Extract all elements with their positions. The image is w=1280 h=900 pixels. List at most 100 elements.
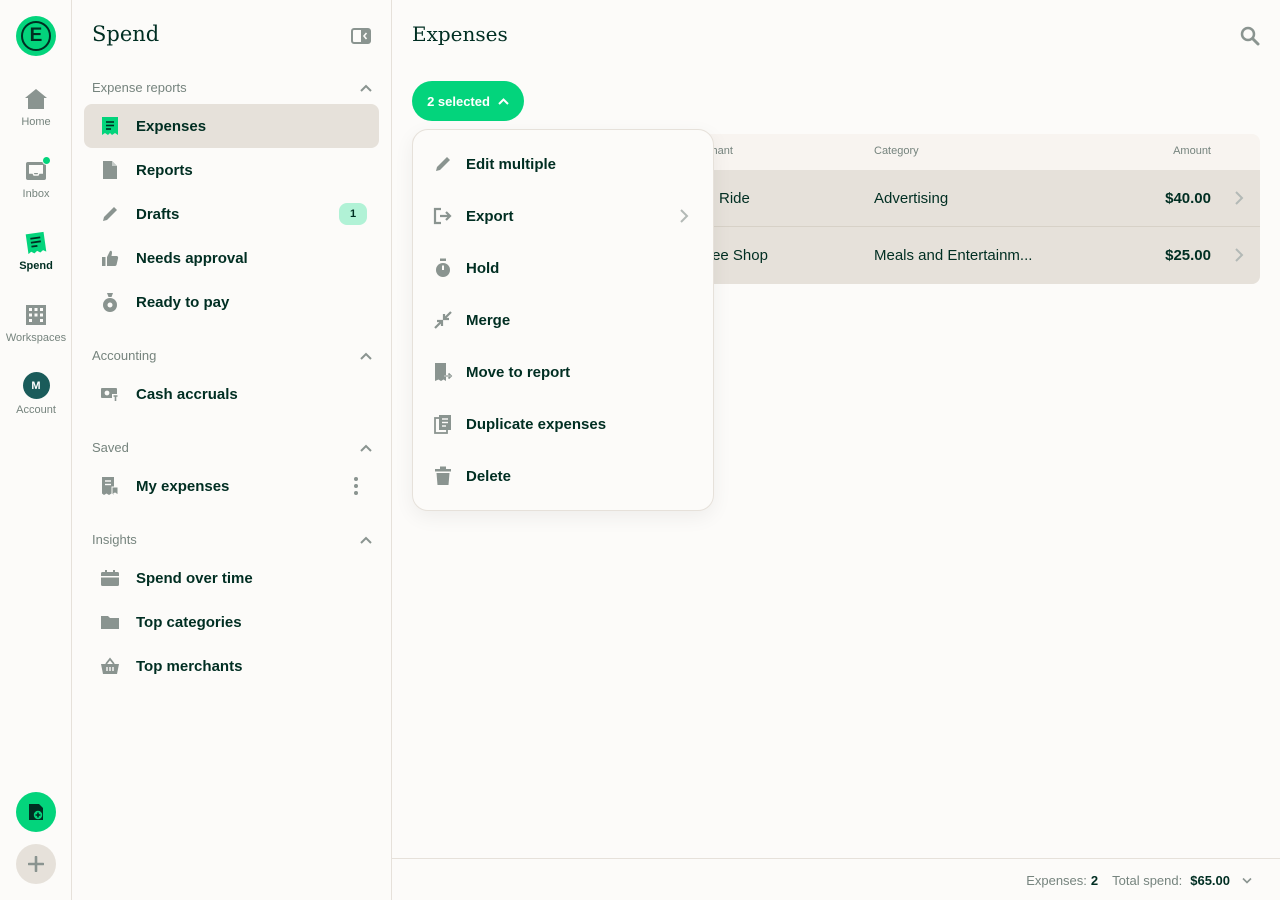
home-icon <box>23 86 49 112</box>
menu-item-delete[interactable]: Delete <box>413 450 713 502</box>
menu-item-hold[interactable]: Hold <box>413 242 713 294</box>
sidebar-item-needs-approval[interactable]: Needs approval <box>84 236 379 280</box>
cash-icon <box>100 384 120 404</box>
spend-sidebar: Spend Expense reports Expenses Reports D… <box>72 0 392 900</box>
totals-footer: Expenses: 2 Total spend: $65.00 <box>392 858 1280 900</box>
section-header-saved[interactable]: Saved <box>92 440 372 455</box>
sidebar-item-top-merchants[interactable]: Top merchants <box>84 644 379 688</box>
section-header-expense-reports[interactable]: Expense reports <box>92 80 372 95</box>
sidebar-item-label: Ready to pay <box>136 293 230 311</box>
section-header-accounting[interactable]: Accounting <box>92 348 372 363</box>
rail-item-home[interactable]: Home <box>0 86 72 128</box>
duplicate-icon <box>433 414 453 434</box>
menu-item-merge[interactable]: Merge <box>413 294 713 346</box>
stopwatch-icon <box>433 258 453 278</box>
create-button[interactable] <box>16 844 56 884</box>
cell-amount: $25.00 <box>1165 247 1211 264</box>
section-title: Accounting <box>92 348 157 363</box>
collapse-sidebar-button[interactable] <box>351 28 371 44</box>
inbox-icon <box>23 156 51 184</box>
rail-label-workspaces: Workspaces <box>5 332 67 344</box>
add-receipt-icon <box>29 804 43 820</box>
sidebar-item-label: Reports <box>136 161 193 179</box>
basket-icon <box>100 656 120 676</box>
menu-item-label: Edit multiple <box>466 155 556 173</box>
menu-item-label: Move to report <box>466 363 571 381</box>
document-icon <box>100 160 120 180</box>
total-spend-value: $65.00 <box>1190 873 1230 888</box>
bookmark-receipt-icon <box>100 476 120 496</box>
sidebar-item-label: My expenses <box>136 477 230 495</box>
thumbs-up-icon <box>100 248 120 268</box>
menu-item-label: Delete <box>466 467 512 485</box>
menu-item-move-to-report[interactable]: Move to report <box>413 346 713 398</box>
sidebar-item-cash-accruals[interactable]: Cash accruals <box>84 372 379 416</box>
rail-label-spend: Spend <box>19 260 53 272</box>
section-header-insights[interactable]: Insights <box>92 532 372 547</box>
merge-icon <box>433 310 453 330</box>
search-icon <box>1240 26 1260 46</box>
logo-letter: E <box>21 21 51 51</box>
sidebar-title: Spend <box>92 22 160 46</box>
receipt-icon <box>100 116 120 136</box>
search-button[interactable] <box>1240 26 1260 46</box>
rail-label-account: Account <box>16 404 56 416</box>
sidebar-item-reports[interactable]: Reports <box>84 148 379 192</box>
inbox-notification-dot <box>42 156 51 165</box>
rail-item-spend[interactable]: Spend <box>0 230 72 272</box>
sidebar-item-label: Drafts <box>136 205 180 223</box>
building-icon <box>23 302 49 328</box>
drafts-count-badge: 1 <box>339 203 367 225</box>
sidebar-item-label: Top categories <box>136 613 242 631</box>
menu-item-label: Duplicate expenses <box>466 415 607 433</box>
money-bag-icon <box>100 292 120 312</box>
menu-item-label: Merge <box>466 311 511 329</box>
sidebar-item-drafts[interactable]: Drafts 1 <box>84 192 379 236</box>
sidebar-item-top-categories[interactable]: Top categories <box>84 600 379 644</box>
totals-summary[interactable]: Expenses: 2 Total spend: $65.00 <box>1026 873 1252 888</box>
sidebar-item-my-expenses[interactable]: My expenses <box>84 464 379 508</box>
menu-item-edit-multiple[interactable]: Edit multiple <box>413 138 713 190</box>
chevron-up-icon <box>498 97 509 105</box>
folder-icon <box>100 612 120 632</box>
chevron-right-icon <box>1235 248 1244 262</box>
plus-icon <box>28 856 44 872</box>
total-spend-label: Total spend: <box>1112 873 1183 888</box>
move-receipt-icon <box>433 362 453 382</box>
avatar: M <box>22 372 50 399</box>
chevron-up-icon <box>360 536 372 544</box>
calendar-icon <box>100 568 120 588</box>
chevron-up-icon <box>360 84 372 92</box>
sidebar-item-expenses[interactable]: Expenses <box>84 104 379 148</box>
column-header-category[interactable]: Category <box>874 145 919 157</box>
new-expense-button[interactable] <box>16 792 56 832</box>
menu-item-duplicate-expenses[interactable]: Duplicate expenses <box>413 398 713 450</box>
sidebar-item-label: Top merchants <box>136 657 243 675</box>
section-title: Insights <box>92 532 137 547</box>
expenses-count-value: 2 <box>1090 873 1099 888</box>
rail-item-workspaces[interactable]: Workspaces <box>0 302 72 344</box>
chevron-right-icon <box>680 209 689 223</box>
navigation-rail: E Home Inbox Spend Workspaces M Account <box>0 0 72 900</box>
cell-category: Meals and Entertainm... <box>874 247 1033 264</box>
chevron-up-icon <box>360 352 372 360</box>
rail-item-inbox[interactable]: Inbox <box>0 156 72 200</box>
cell-amount: $40.00 <box>1165 190 1211 207</box>
bulk-actions-button[interactable]: 2 selected <box>412 81 524 121</box>
rail-item-account[interactable]: M Account <box>0 372 72 416</box>
page-title: Expenses <box>412 22 508 46</box>
receipt-icon <box>23 230 49 256</box>
expensify-logo[interactable]: E <box>16 16 56 56</box>
column-header-amount[interactable]: Amount <box>1173 145 1211 157</box>
menu-item-label: Export <box>466 207 514 225</box>
collapse-panel-icon <box>351 28 371 44</box>
expenses-count-label: Expenses: <box>1026 873 1087 888</box>
more-options-icon[interactable] <box>353 476 359 496</box>
sidebar-item-ready-to-pay[interactable]: Ready to pay <box>84 280 379 324</box>
sidebar-item-spend-over-time[interactable]: Spend over time <box>84 556 379 600</box>
selected-count-label: 2 selected <box>427 93 490 109</box>
menu-item-export[interactable]: Export <box>413 190 713 242</box>
cell-category: Advertising <box>874 190 949 207</box>
pencil-icon <box>100 204 120 224</box>
chevron-right-icon <box>1235 191 1244 205</box>
